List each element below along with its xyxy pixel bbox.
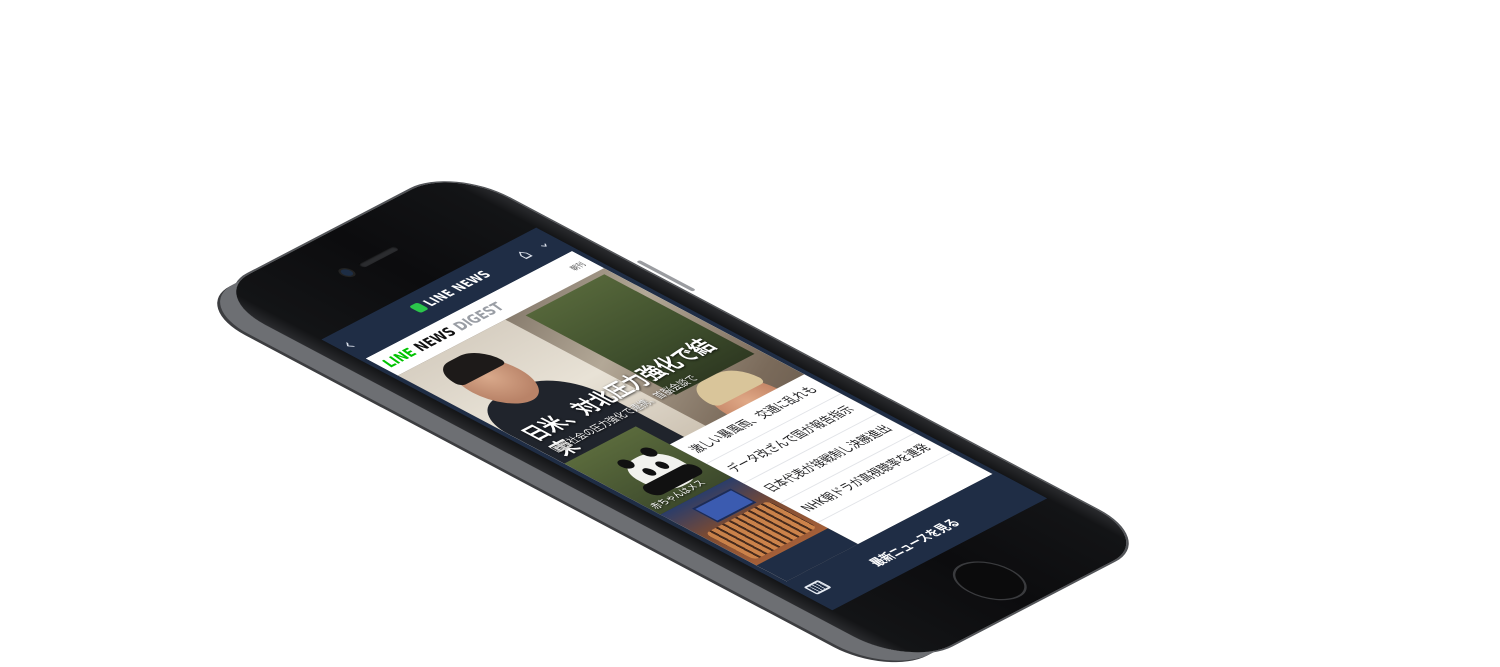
keyboard-icon[interactable] [803,579,832,595]
chevron-down-icon[interactable]: ⌄ [528,237,555,251]
home-icon[interactable]: ⌂ [509,247,538,262]
phone-device: ‹ LINE NEWS ⌂ ⌄ LINE NEWS DIGEST 朝刊 日米、対… [209,168,1154,667]
back-icon[interactable]: ‹ [333,337,363,353]
edition-label: 朝刊 [567,261,589,272]
